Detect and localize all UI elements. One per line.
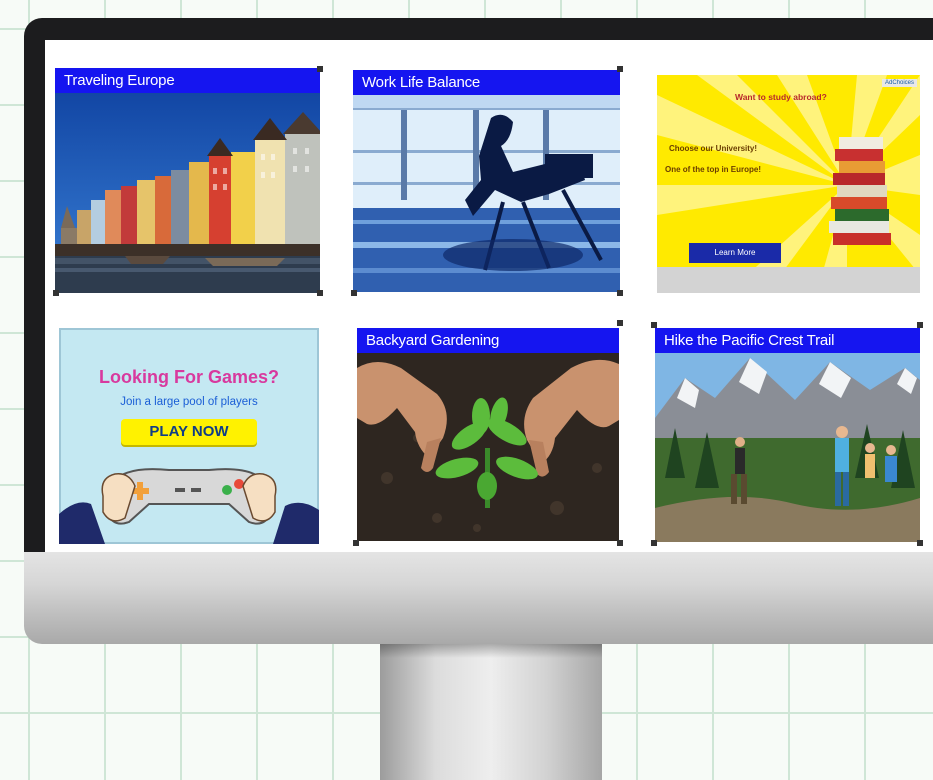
tile-title: Hike the Pacific Crest Trail <box>655 328 920 353</box>
corner-marker <box>351 290 357 296</box>
corner-marker <box>53 290 59 296</box>
games-subtitle: Join a large pool of players <box>120 396 258 408</box>
monitor-chin <box>24 552 933 644</box>
tile-work-life-balance[interactable]: Work Life Balance <box>353 70 620 292</box>
learn-more-button[interactable]: Learn More <box>689 243 781 263</box>
corner-marker <box>651 540 657 546</box>
corner-marker <box>317 66 323 72</box>
ad-choices-badge[interactable]: AdChoices <box>881 79 917 87</box>
corner-marker <box>917 322 923 328</box>
books-icon <box>829 137 891 245</box>
corner-marker <box>617 320 623 326</box>
corner-marker <box>651 322 657 328</box>
ad-line-2: One of the top in Europe! <box>665 165 761 174</box>
tile-title: Backyard Gardening <box>357 328 619 353</box>
stand-shadow <box>380 644 602 658</box>
work-life-photo <box>353 70 620 292</box>
corner-marker <box>617 66 623 72</box>
play-now-button[interactable]: PLAY NOW <box>121 419 257 445</box>
hiking-photo <box>655 328 920 542</box>
gardening-photo <box>357 328 619 541</box>
ad-headline: Want to study abroad? <box>735 92 827 102</box>
ad-footer-bar <box>657 267 920 293</box>
tile-title: Traveling Europe <box>55 68 320 93</box>
monitor-stand <box>380 644 602 780</box>
corner-marker <box>317 290 323 296</box>
ad-games[interactable]: Looking For Games? Join a large pool of … <box>59 328 319 544</box>
tile-hike-pacific-crest-trail[interactable]: Hike the Pacific Crest Trail <box>655 328 920 542</box>
ad-study-abroad[interactable]: AdChoices Want to study abroad? Choose o… <box>657 75 920 293</box>
europe-photo <box>55 68 320 293</box>
corner-marker <box>617 540 623 546</box>
tile-backyard-gardening[interactable]: Backyard Gardening <box>357 328 619 541</box>
corner-marker <box>917 540 923 546</box>
games-title: Looking For Games? <box>98 367 280 387</box>
tile-traveling-europe[interactable]: Traveling Europe <box>55 68 320 293</box>
ad-line-1: Choose our University! <box>669 144 758 153</box>
monitor-screen: Traveling Europe Work Life Balance AdCho… <box>45 40 933 552</box>
tile-title: Work Life Balance <box>353 70 620 95</box>
corner-marker <box>353 540 359 546</box>
corner-marker <box>617 290 623 296</box>
